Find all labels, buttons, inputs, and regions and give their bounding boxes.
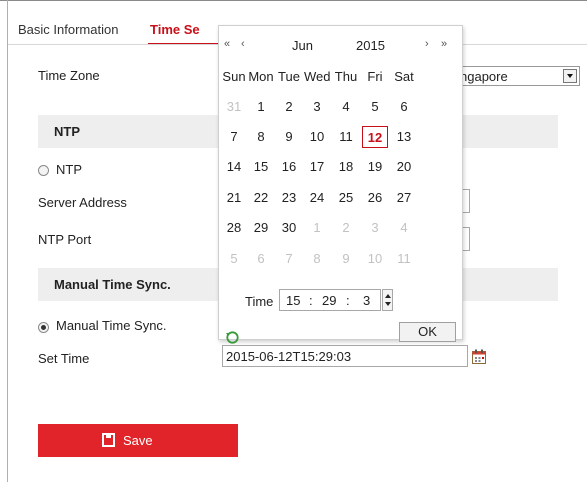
calendar-day[interactable]: 30 <box>276 217 302 239</box>
ntp-radio[interactable] <box>38 165 49 176</box>
calendar-day[interactable]: 5 <box>221 248 247 270</box>
calendar-day[interactable]: 15 <box>248 156 274 178</box>
calendar-day[interactable]: 10 <box>362 248 388 270</box>
server-address-label: Server Address <box>38 195 127 210</box>
set-time-value: 2015-06-12T15:29:03 <box>226 349 352 364</box>
manual-sync-radio[interactable] <box>38 322 49 333</box>
save-button-label: Save <box>123 433 153 448</box>
calendar-day[interactable]: 27 <box>391 187 417 209</box>
manual-sync-radio-label: Manual Time Sync. <box>56 318 167 333</box>
calendar-day[interactable]: 3 <box>362 217 388 239</box>
calendar-day[interactable]: 9 <box>333 248 359 270</box>
weekday-label: Sat <box>394 69 414 84</box>
tab-basic-information[interactable]: Basic Information <box>18 22 118 37</box>
ntp-radio-label: NTP <box>56 162 82 177</box>
next-year-button[interactable]: » <box>441 38 447 50</box>
set-time-label: Set Time <box>38 351 90 366</box>
floppy-disk-icon <box>102 433 115 447</box>
spinner-down-icon[interactable] <box>385 302 391 306</box>
calendar-day[interactable]: 6 <box>248 248 274 270</box>
calendar-day[interactable]: 13 <box>391 126 417 148</box>
calendar-day[interactable]: 2 <box>333 217 359 239</box>
calendar-day[interactable]: 29 <box>248 217 274 239</box>
save-button[interactable]: Save <box>38 424 238 457</box>
calendar-day[interactable]: 8 <box>248 126 274 148</box>
minute-field[interactable]: 29 <box>322 293 336 308</box>
calendar-day[interactable]: 5 <box>362 96 388 118</box>
prev-month-button[interactable]: ‹ <box>241 38 245 50</box>
tab-time-settings[interactable]: Time Se <box>150 22 200 37</box>
time-separator: : <box>346 293 350 308</box>
weekday-label: Mon <box>248 69 274 84</box>
ok-button[interactable]: OK <box>399 322 456 342</box>
manual-sync-section-title: Manual Time Sync. <box>54 277 171 292</box>
ntp-section-title: NTP <box>54 124 80 139</box>
chevron-down-icon[interactable] <box>563 69 577 83</box>
weekday-label: Sun <box>222 69 246 84</box>
calendar-day[interactable]: 22 <box>248 187 274 209</box>
calendar-year[interactable]: 2015 <box>356 38 385 53</box>
ntp-port-label: NTP Port <box>38 232 92 247</box>
frame-left-border <box>7 0 8 482</box>
prev-year-button[interactable]: « <box>224 38 230 50</box>
calendar-day[interactable]: 16 <box>276 156 302 178</box>
calendar-day[interactable]: 10 <box>304 126 330 148</box>
time-zone-value: ngapore <box>460 69 508 84</box>
date-picker-popup: « ‹ Jun 2015 › » Sun Mon Tue Wed Thu Fri Sat 3… <box>218 25 463 344</box>
calendar-day[interactable]: 3 <box>304 96 330 118</box>
spinner-up-icon[interactable] <box>385 294 391 298</box>
calendar-day[interactable]: 8 <box>304 248 330 270</box>
calendar-day[interactable]: 26 <box>362 187 388 209</box>
calendar-day[interactable]: 11 <box>391 248 417 270</box>
calendar-day[interactable]: 9 <box>276 126 302 148</box>
time-input[interactable]: 15 : 29 : 3 <box>279 289 381 311</box>
second-field[interactable]: 3 <box>363 293 370 308</box>
calendar-day[interactable]: 1 <box>304 217 330 239</box>
calendar-day[interactable]: 4 <box>391 217 417 239</box>
calendar-day[interactable]: 17 <box>304 156 330 178</box>
calendar-day[interactable]: 14 <box>221 156 247 178</box>
hour-field[interactable]: 15 <box>286 293 300 308</box>
calendar-day[interactable]: 31 <box>221 96 247 118</box>
calendar-day[interactable]: 19 <box>362 156 388 178</box>
calendar-day[interactable]: 24 <box>304 187 330 209</box>
calendar-day[interactable]: 20 <box>391 156 417 178</box>
time-label: Time <box>245 294 274 309</box>
calendar-day[interactable]: 11 <box>333 126 359 148</box>
set-time-input[interactable]: 2015-06-12T15:29:03 <box>222 345 468 367</box>
today-refresh-icon[interactable] <box>225 330 239 344</box>
calendar-day-selected[interactable]: 12 <box>362 126 388 148</box>
next-month-button[interactable]: › <box>425 38 429 50</box>
calendar-day[interactable]: 21 <box>221 187 247 209</box>
weekday-label: Thu <box>334 69 358 84</box>
calendar-day[interactable]: 18 <box>333 156 359 178</box>
calendar-day[interactable]: 28 <box>221 217 247 239</box>
calendar-day[interactable]: 25 <box>333 187 359 209</box>
calendar-day[interactable]: 7 <box>276 248 302 270</box>
weekday-label: Fri <box>367 69 383 84</box>
calendar-day[interactable]: 7 <box>221 126 247 148</box>
frame-top-border <box>0 0 587 1</box>
calendar-day[interactable]: 2 <box>276 96 302 118</box>
time-zone-label: Time Zone <box>38 68 100 83</box>
calendar-day[interactable]: 4 <box>333 96 359 118</box>
time-separator: : <box>309 293 313 308</box>
calendar-day[interactable]: 6 <box>391 96 417 118</box>
time-spinner[interactable] <box>382 289 393 311</box>
weekday-label: Wed <box>304 69 331 84</box>
calendar-month[interactable]: Jun <box>292 38 313 53</box>
calendar-icon[interactable] <box>472 349 486 364</box>
weekday-label: Tue <box>278 69 300 84</box>
calendar-day[interactable]: 1 <box>248 96 274 118</box>
calendar-day[interactable]: 23 <box>276 187 302 209</box>
